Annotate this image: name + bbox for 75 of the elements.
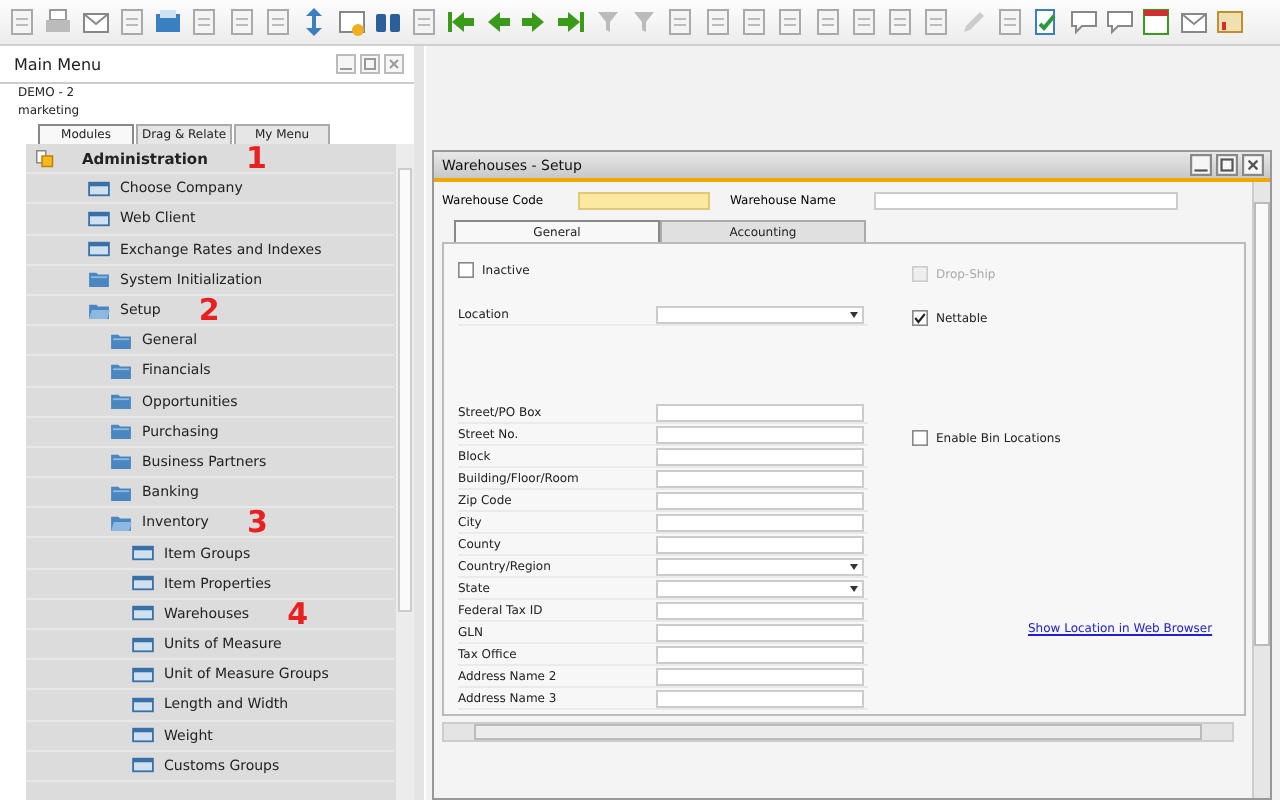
chart-icon[interactable] xyxy=(1213,6,1246,38)
window-icon xyxy=(132,665,154,684)
minimize-icon[interactable] xyxy=(1190,154,1212,176)
input-field[interactable] xyxy=(656,689,864,707)
folder-icon xyxy=(88,270,110,289)
panel-title: Main Menu xyxy=(14,55,102,73)
doc-icon[interactable] xyxy=(188,6,221,38)
input-field[interactable] xyxy=(656,425,864,443)
input-field[interactable] xyxy=(656,645,864,663)
annotation-number: 1 xyxy=(245,146,267,171)
doc-icon[interactable] xyxy=(701,6,734,38)
input-field[interactable] xyxy=(656,601,864,619)
close-icon[interactable] xyxy=(1242,154,1264,176)
folder-icon xyxy=(110,361,132,380)
input-field[interactable] xyxy=(874,191,1178,209)
maximize-icon[interactable] xyxy=(1216,154,1238,176)
doc-icon[interactable] xyxy=(225,6,258,38)
doc-icon[interactable] xyxy=(920,6,953,38)
input-field[interactable] xyxy=(656,667,864,685)
checkbox[interactable] xyxy=(458,262,474,278)
input-field[interactable] xyxy=(656,623,864,641)
folder-icon xyxy=(110,452,132,471)
last-icon[interactable] xyxy=(554,6,587,38)
doc-icon[interactable] xyxy=(664,6,697,38)
module-icon xyxy=(34,149,56,168)
doc-icon[interactable] xyxy=(847,6,880,38)
chat-icon[interactable] xyxy=(1103,6,1136,38)
doc-icon[interactable] xyxy=(811,6,844,38)
doc-icon[interactable] xyxy=(262,6,295,38)
window-icon xyxy=(132,756,154,775)
input-field[interactable] xyxy=(656,447,864,465)
doc-icon[interactable] xyxy=(884,6,917,38)
window-icon xyxy=(132,604,154,623)
input-field[interactable] xyxy=(578,191,710,209)
scrollbar[interactable] xyxy=(394,144,414,800)
input-field[interactable] xyxy=(656,491,864,509)
input-field[interactable] xyxy=(656,469,864,487)
doc-icon[interactable] xyxy=(774,6,807,38)
annotation-number: 2 xyxy=(198,298,220,323)
window-icon xyxy=(88,240,110,259)
dropdown-field[interactable] xyxy=(656,557,864,575)
window-icon xyxy=(88,179,110,198)
folder-icon xyxy=(110,392,132,411)
window-icon xyxy=(132,695,154,714)
input-field[interactable] xyxy=(656,535,864,553)
caret-icon xyxy=(850,311,858,317)
window-icon xyxy=(132,544,154,563)
window-icon xyxy=(132,574,154,593)
doc-icon[interactable] xyxy=(994,6,1027,38)
caret-icon xyxy=(850,563,858,569)
checkbox[interactable] xyxy=(912,430,928,446)
window-icon xyxy=(132,635,154,654)
printer-icon[interactable] xyxy=(42,6,75,38)
window-icon[interactable] xyxy=(335,6,368,38)
window-icon xyxy=(88,209,110,228)
scrollbar[interactable] xyxy=(442,722,1234,742)
dropdown-field[interactable] xyxy=(656,579,864,597)
open-folder-icon xyxy=(88,301,110,320)
folder-icon xyxy=(110,331,132,350)
annotation-number: 4 xyxy=(287,601,308,626)
checkbox[interactable] xyxy=(912,310,928,326)
input-field[interactable] xyxy=(656,403,864,421)
chat-icon[interactable] xyxy=(1067,6,1100,38)
window-icon xyxy=(132,726,154,745)
input-field[interactable] xyxy=(656,513,864,531)
scrollbar[interactable] xyxy=(1252,182,1270,798)
folder-icon xyxy=(110,422,132,441)
first-icon[interactable] xyxy=(445,6,478,38)
annotation-number: 3 xyxy=(246,510,268,535)
open-folder-icon xyxy=(110,513,132,532)
calendar-icon[interactable] xyxy=(1140,6,1173,38)
doc-icon[interactable] xyxy=(737,6,770,38)
folder-icon xyxy=(110,483,132,502)
caret-icon xyxy=(850,585,858,591)
dropdown-field[interactable] xyxy=(656,305,864,323)
